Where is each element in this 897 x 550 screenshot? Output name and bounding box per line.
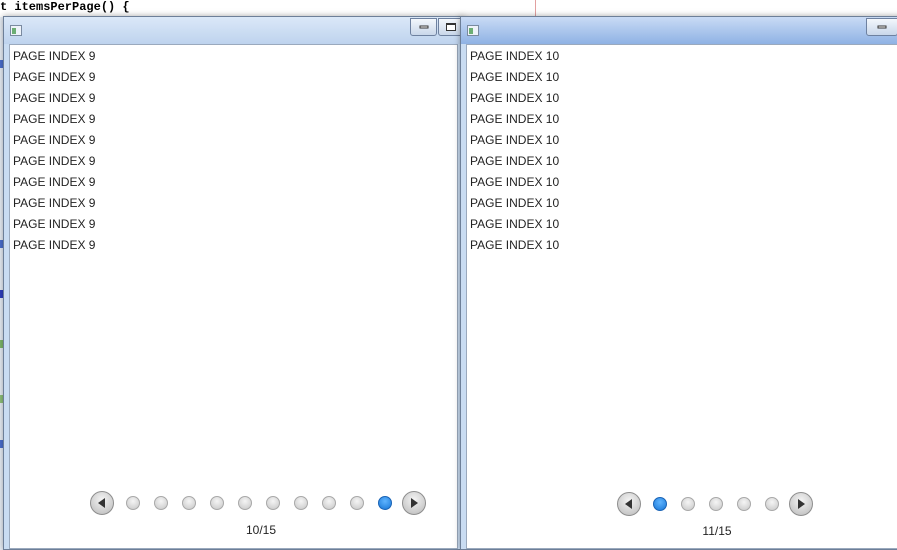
list-item: PAGE INDEX 9 [13,112,96,126]
page-indicator[interactable] [350,496,364,510]
minimize-button[interactable] [410,18,437,36]
maximize-icon [445,23,456,31]
page-indicator[interactable] [154,496,168,510]
list-item: PAGE INDEX 10 [470,49,560,63]
title-bar[interactable] [461,17,897,44]
list-item: PAGE INDEX 9 [13,91,96,105]
list-item: PAGE INDEX 9 [13,49,96,63]
app-window-icon[interactable] [10,25,22,36]
page-indicator[interactable] [322,496,336,510]
list-item: PAGE INDEX 9 [13,133,96,147]
page-indicator[interactable] [765,497,779,511]
page-content: PAGE INDEX 10 PAGE INDEX 10 PAGE INDEX 10 P… [466,44,897,549]
minimize-icon [877,25,887,29]
previous-page-button[interactable] [617,492,641,516]
list-item: PAGE INDEX 10 [470,238,560,252]
pagination-window-left[interactable]: PAGE INDEX 9 PAGE INDEX 9 PAGE INDEX 9 PAGE… [3,16,464,550]
page-content: PAGE INDEX 9 PAGE INDEX 9 PAGE INDEX 9 PAGE… [9,44,458,549]
page-indicator[interactable] [737,497,751,511]
minimize-icon [419,25,428,29]
list-item: PAGE INDEX 10 [470,217,560,231]
page-counter-label: 11/15 [702,524,732,538]
list-item: PAGE INDEX 9 [13,70,96,84]
next-page-button[interactable] [789,492,813,516]
list-item: PAGE INDEX 9 [13,154,96,168]
page-indicator[interactable] [294,496,308,510]
page-indicator-active[interactable] [653,497,667,511]
code-line: t itemsPerPage() { [0,0,130,14]
pagination-window-right[interactable]: PAGE INDEX 10 PAGE INDEX 10 PAGE INDEX 10 P… [460,16,897,550]
item-list: PAGE INDEX 9 PAGE INDEX 9 PAGE INDEX 9 PAGE… [13,47,95,257]
page-indicator[interactable] [681,497,695,511]
chevron-right-icon [411,498,418,508]
list-item: PAGE INDEX 9 [13,217,96,231]
list-item: PAGE INDEX 10 [470,133,560,147]
list-item: PAGE INDEX 9 [13,175,96,189]
chevron-right-icon [798,499,805,509]
minimize-button[interactable] [866,18,897,36]
page-indicator-active[interactable] [378,496,392,510]
list-item: PAGE INDEX 9 [13,238,96,252]
list-item: PAGE INDEX 10 [470,196,560,210]
list-item: PAGE INDEX 10 [470,154,560,168]
page-indicator[interactable] [210,496,224,510]
page-indicator[interactable] [126,496,140,510]
next-page-button[interactable] [402,491,426,515]
list-item: PAGE INDEX 10 [470,70,560,84]
page-counter-label: 10/15 [245,523,277,537]
title-bar[interactable] [4,17,463,44]
list-item: PAGE INDEX 9 [13,196,96,210]
page-indicator[interactable] [266,496,280,510]
app-window-icon[interactable] [467,25,479,36]
item-list: PAGE INDEX 10 PAGE INDEX 10 PAGE INDEX 10 P… [470,47,559,257]
list-item: PAGE INDEX 10 [470,91,560,105]
previous-page-button[interactable] [90,491,114,515]
list-item: PAGE INDEX 10 [470,112,560,126]
chevron-left-icon [98,498,105,508]
margin-guide [535,0,536,17]
page-indicator[interactable] [709,497,723,511]
page-indicator[interactable] [182,496,196,510]
chevron-left-icon [625,499,632,509]
page-indicator[interactable] [238,496,252,510]
list-item: PAGE INDEX 10 [470,175,560,189]
